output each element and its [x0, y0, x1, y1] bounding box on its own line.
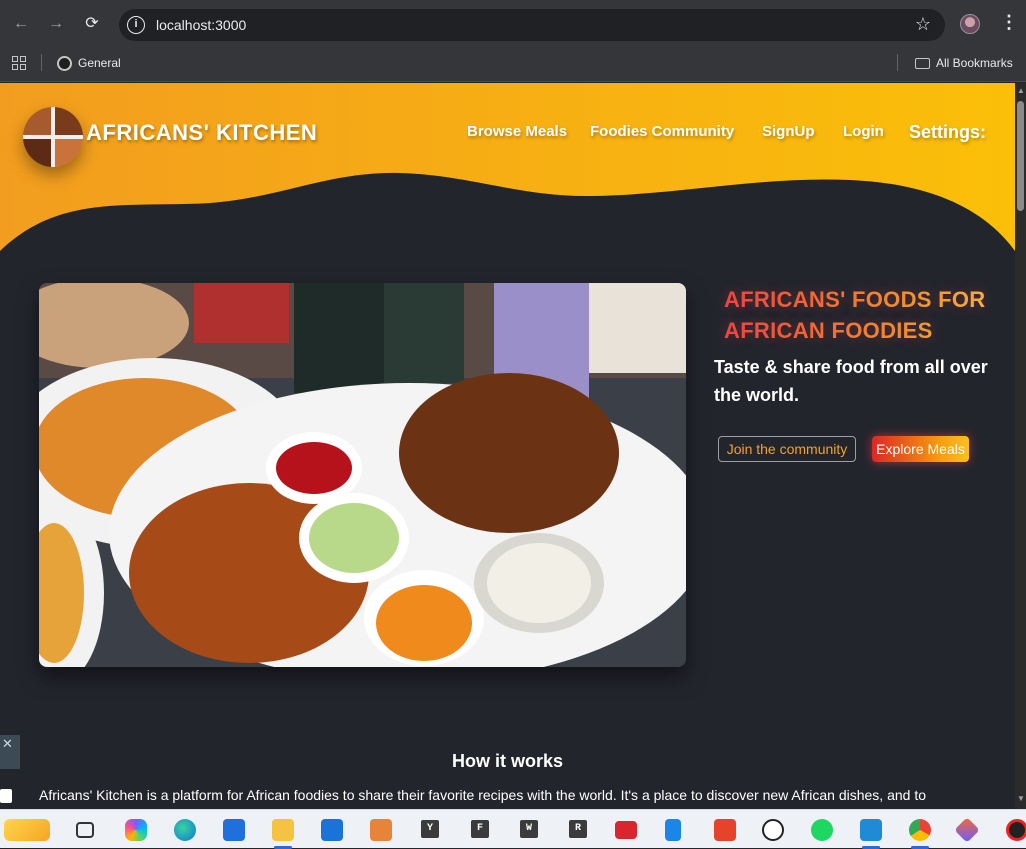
file-explorer-icon[interactable] — [272, 819, 294, 841]
store-icon[interactable] — [223, 819, 245, 841]
scroll-up-icon[interactable]: ▲ — [1017, 86, 1025, 95]
page-scrollbar[interactable]: ▲ ▼ — [1015, 83, 1026, 809]
site-logo[interactable] — [23, 107, 83, 167]
news-icon[interactable] — [615, 821, 637, 839]
join-community-button[interactable]: Join the community — [718, 436, 856, 462]
edge-browser-icon[interactable] — [174, 819, 196, 841]
copilot-app-icon[interactable] — [125, 819, 147, 841]
chrome-icon[interactable] — [909, 819, 931, 841]
vscode-icon[interactable] — [860, 819, 882, 841]
camera-widget-icon[interactable] — [0, 789, 12, 803]
app-w-icon[interactable]: W — [520, 820, 538, 838]
apps-grid-icon[interactable] — [12, 56, 26, 70]
scrollbar-thumb[interactable] — [1017, 101, 1024, 211]
nav-settings[interactable]: Settings: — [909, 122, 986, 143]
reload-icon[interactable]: ⟳ — [81, 13, 103, 35]
how-it-works-text: Africans' Kitchen is a platform for Afri… — [39, 787, 926, 803]
hero-title: AFRICANS' FOODS FOR AFRICAN FOODIES — [724, 284, 1004, 346]
bookmark-star-icon[interactable]: ☆ — [915, 14, 931, 35]
back-icon[interactable]: ← — [10, 13, 32, 35]
browser-menu-icon[interactable]: ⋮ — [1000, 12, 1018, 33]
task-view-icon[interactable] — [76, 822, 94, 838]
hero-subtitle: Taste & share food from all over the wor… — [714, 357, 988, 405]
bookmarks-bar: General All Bookmarks — [0, 48, 1026, 82]
folder-icon — [915, 57, 930, 69]
explore-meals-button[interactable]: Explore Meals — [872, 436, 969, 462]
forward-icon[interactable]: → — [45, 13, 67, 35]
recorder-icon[interactable] — [1006, 819, 1026, 841]
bookmark-label: All Bookmarks — [936, 56, 1013, 70]
nav-signup[interactable]: SignUp — [762, 123, 815, 140]
how-it-works-heading: How it works — [451, 751, 563, 771]
page-viewport: AFRICANS' KITCHEN Browse Meals Foodies C… — [0, 83, 1015, 809]
brand-title[interactable]: AFRICANS' KITCHEN — [86, 120, 317, 146]
app-r-icon[interactable]: R — [569, 820, 587, 838]
url-text[interactable]: localhost:3000 — [156, 17, 246, 33]
copilot-sparkle-icon[interactable] — [4, 819, 50, 841]
office-icon[interactable] — [714, 819, 736, 841]
app-y-icon[interactable]: Y — [421, 820, 439, 838]
nav-login[interactable]: Login — [843, 123, 884, 140]
bookmarks-divider — [897, 54, 898, 71]
os-taskbar: Y F W R — [0, 809, 1026, 849]
address-bar[interactable]: i localhost:3000 ☆ — [119, 9, 945, 41]
app-f-icon[interactable]: F — [471, 820, 489, 838]
nav-browse-meals[interactable]: Browse Meals — [467, 123, 567, 140]
media-player-icon[interactable] — [370, 819, 392, 841]
github-icon — [57, 55, 72, 71]
outlook-icon[interactable] — [321, 819, 343, 841]
bing-icon[interactable] — [665, 819, 681, 841]
all-bookmarks[interactable]: All Bookmarks — [915, 54, 1013, 72]
site-info-icon[interactable]: i — [127, 16, 145, 34]
hero-food-image — [39, 283, 686, 667]
bookmark-general[interactable]: General — [57, 54, 121, 72]
header-wave-background — [0, 83, 1015, 251]
browser-toolbar: ← → ⟳ i localhost:3000 ☆ ⋮ — [0, 0, 1026, 48]
nav-foodies-community[interactable]: Foodies Community — [590, 123, 734, 140]
chatgpt-icon[interactable] — [762, 819, 784, 841]
git-icon[interactable] — [954, 817, 980, 843]
spotify-icon[interactable] — [811, 819, 833, 841]
close-icon[interactable]: ✕ — [0, 736, 13, 751]
bookmark-label: General — [78, 56, 121, 70]
bookmarks-divider — [41, 54, 42, 71]
profile-avatar[interactable] — [960, 14, 980, 34]
floating-widget[interactable]: ✕ — [0, 735, 20, 769]
scroll-down-icon[interactable]: ▼ — [1017, 794, 1025, 803]
